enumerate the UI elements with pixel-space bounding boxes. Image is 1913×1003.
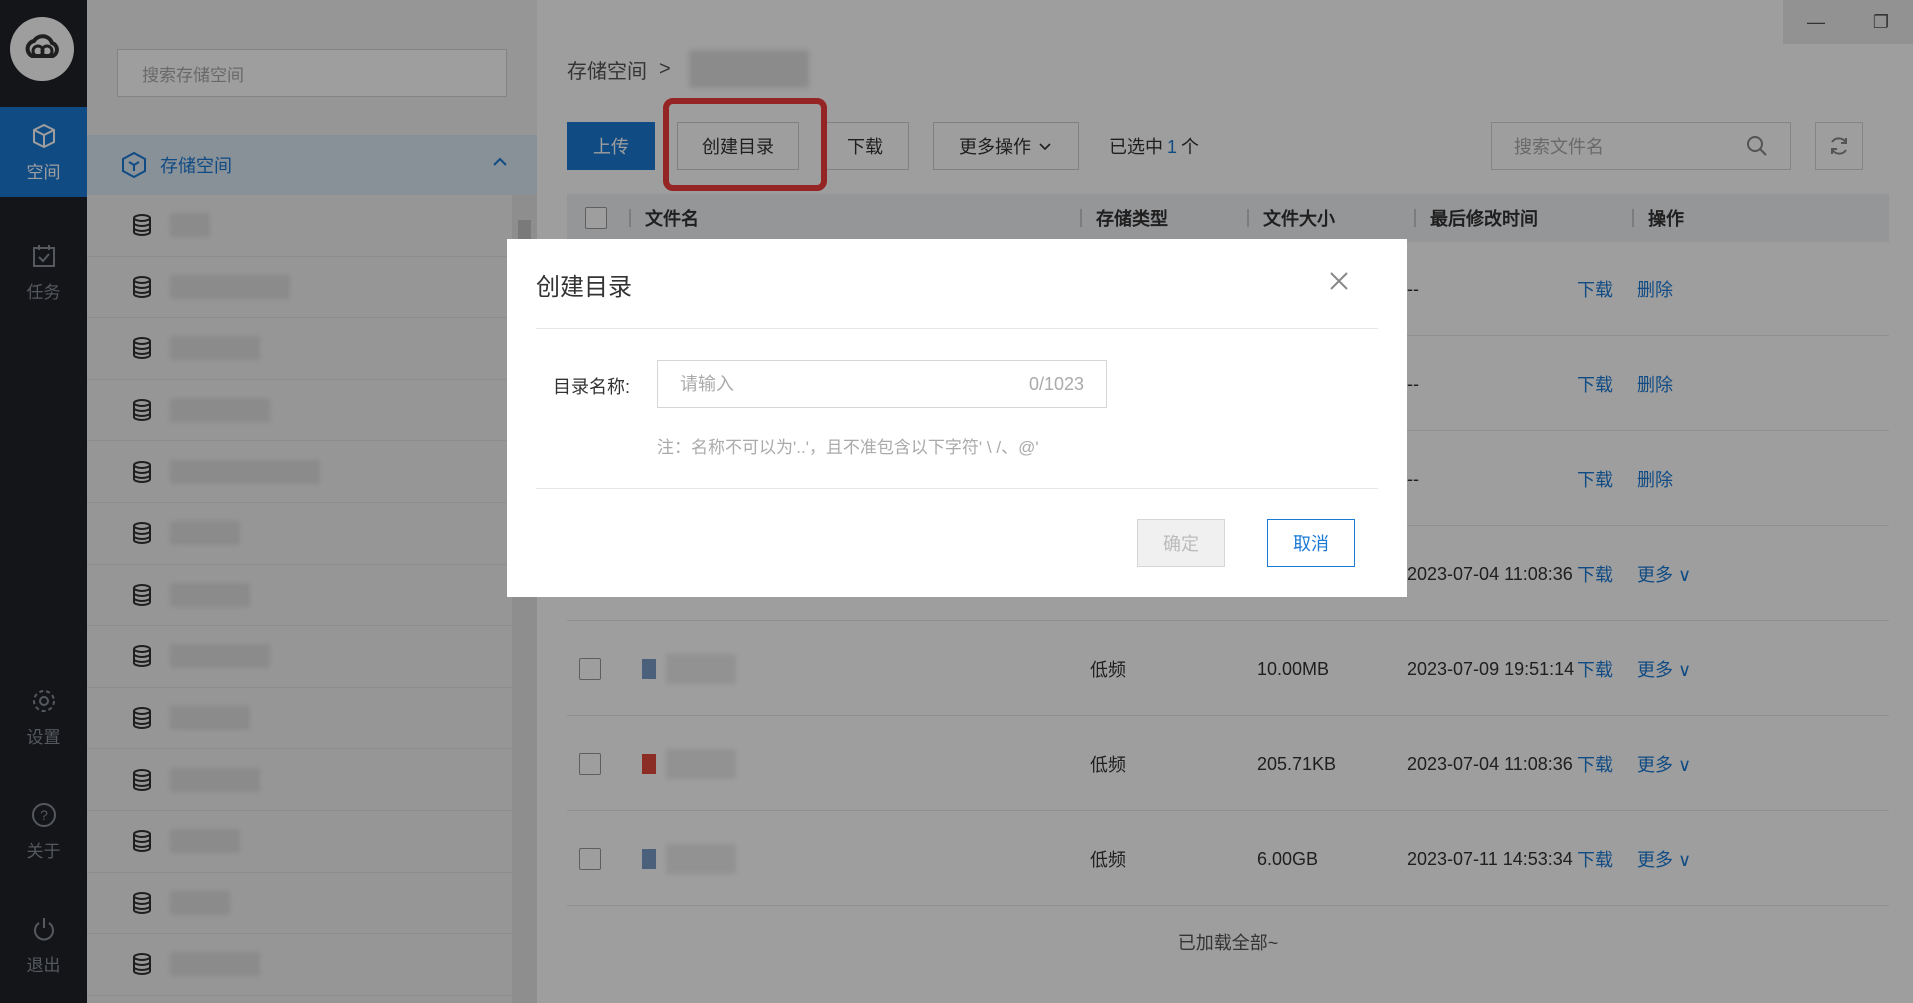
create-directory-dialog: 创建目录 目录名称: 0/1023 注：名称不可以为'..'，且不准包含以下字符… — [507, 239, 1407, 597]
dialog-divider-top — [536, 328, 1378, 329]
cancel-button[interactable]: 取消 — [1267, 519, 1355, 567]
directory-name-input[interactable] — [680, 373, 980, 395]
naming-rule-note: 注：名称不可以为'..'，且不准包含以下字符' \ /、@' — [657, 438, 1039, 457]
directory-name-label: 目录名称: — [553, 377, 631, 397]
dialog-title: 创建目录 — [536, 274, 632, 301]
dialog-divider-bottom — [536, 488, 1378, 489]
confirm-button[interactable]: 确定 — [1137, 519, 1225, 567]
char-counter: 0/1023 — [1028, 373, 1084, 394]
close-icon[interactable] — [1327, 269, 1351, 293]
directory-name-field[interactable]: 0/1023 — [657, 360, 1107, 408]
